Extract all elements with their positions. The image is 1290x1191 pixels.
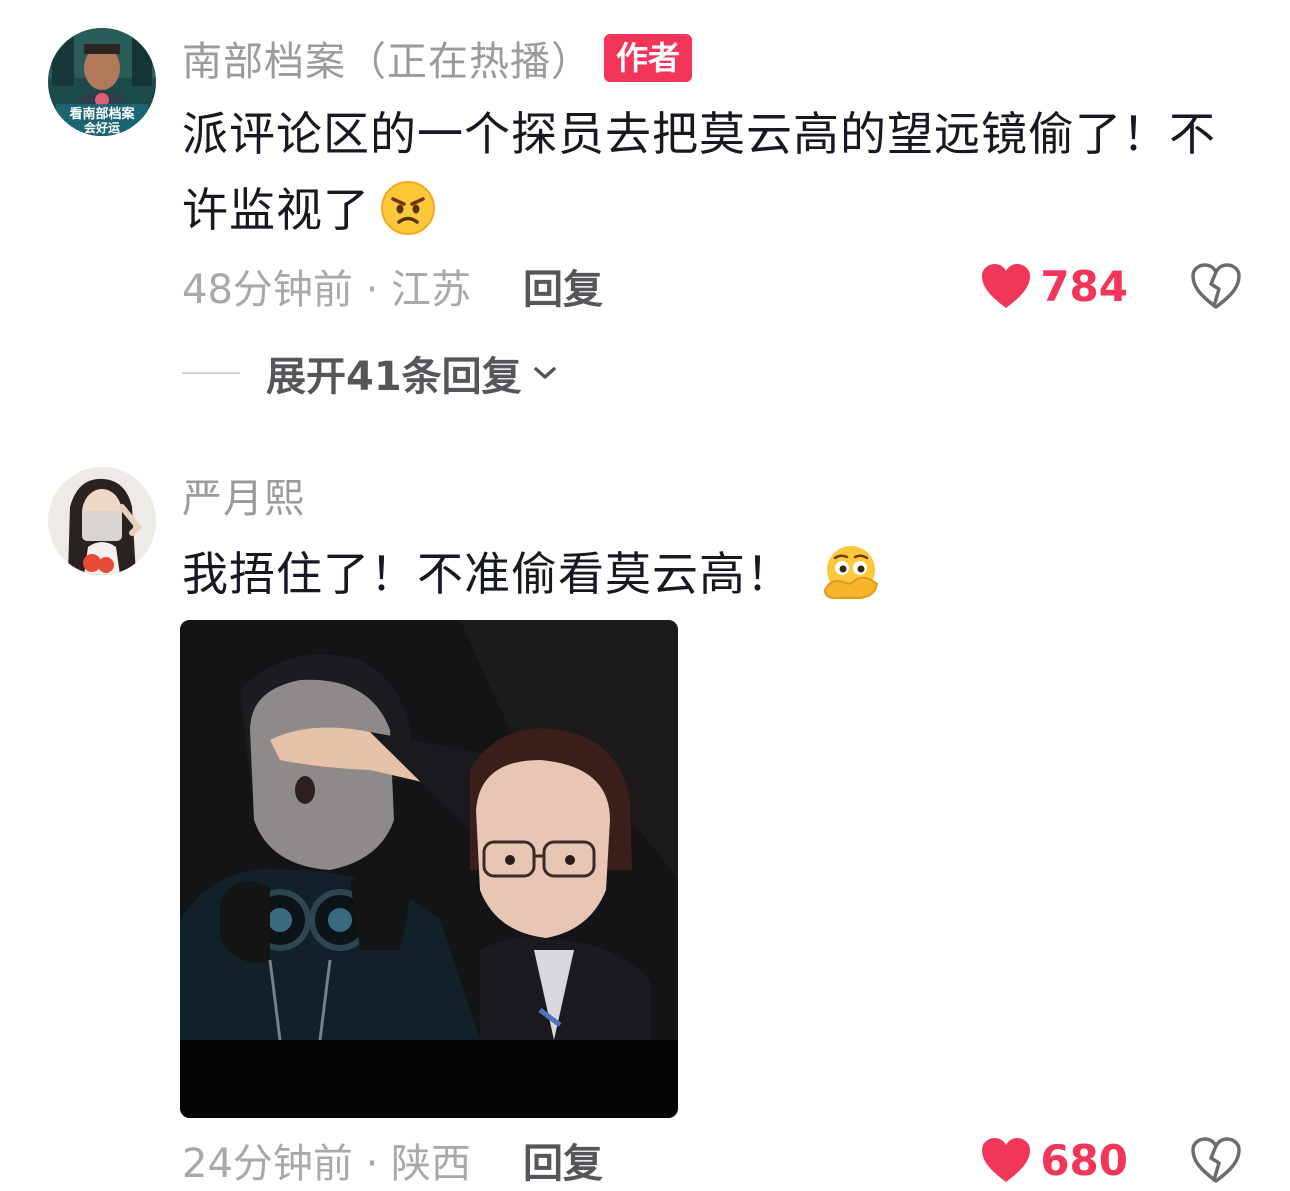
meme-image [180, 620, 678, 1118]
broken-heart-icon [1191, 263, 1241, 309]
avatar[interactable] [48, 467, 156, 575]
expand-replies-label: 展开41条回复 [266, 354, 522, 400]
avatar-image: 看南部档案 会好运 [48, 28, 156, 136]
author-row: 严月熙 [182, 467, 305, 523]
avatar-caption-1: 看南部档案 [69, 106, 135, 122]
comment-text: 派评论区的一个探员去把莫云高的望远镜偷了！不许监视了 [182, 96, 1242, 248]
dislike-button[interactable] [1190, 1136, 1242, 1184]
like-count: 680 [1040, 1135, 1128, 1185]
author-name[interactable]: 南部档案（正在热播） [182, 29, 592, 87]
comment-item: 看南部档案 会好运 南部档案（正在热播） 作者 派评论区的一个探员去把莫云高的望… [0, 0, 1290, 420]
divider [182, 372, 240, 374]
comment-meta: 48分钟前 · 江苏 回复 784 [182, 256, 1242, 316]
comment-meta: 24分钟前 · 陕西 回复 680 [182, 1130, 1242, 1190]
avatar-image [48, 467, 156, 575]
author-badge: 作者 [604, 34, 693, 82]
comment-image[interactable] [180, 620, 678, 1118]
like-button[interactable]: 680 [980, 1136, 1128, 1185]
avatar[interactable]: 看南部档案 会好运 [48, 28, 156, 136]
reply-button[interactable]: 回复 [523, 1131, 603, 1189]
avatar-caption-2: 会好运 [84, 120, 120, 135]
dislike-button[interactable] [1190, 262, 1242, 310]
expand-replies[interactable]: 展开41条回复 [182, 343, 558, 403]
chevron-down-icon [533, 367, 556, 379]
comment-text-content: 我捂住了！不准偷看莫云高！ [182, 547, 793, 601]
comment-time-location: 24分钟前 · 陕西 [182, 1141, 472, 1187]
comment-item: 严月熙 我捂住了！不准偷看莫云高！ 24分钟前 · 陕西 回复 680 [0, 440, 1290, 1191]
comment-list: 看南部档案 会好运 南部档案（正在热播） 作者 派评论区的一个探员去把莫云高的望… [0, 0, 1290, 1191]
heart-icon [982, 1138, 1031, 1182]
like-count: 784 [1040, 261, 1128, 311]
angry-face-emoji-icon [380, 180, 436, 236]
reply-button[interactable]: 回复 [523, 257, 603, 315]
comment-text: 我捂住了！不准偷看莫云高！ [182, 536, 1242, 612]
author-row: 南部档案（正在热播） 作者 [182, 29, 693, 87]
heart-icon [982, 264, 1031, 308]
comment-text-content: 派评论区的一个探员去把莫云高的望远镜偷了！不许监视了 [182, 107, 1216, 237]
author-name[interactable]: 严月熙 [182, 466, 305, 524]
peeking-face-emoji-icon [821, 544, 879, 600]
like-button[interactable]: 784 [980, 262, 1128, 311]
comment-time-location: 48分钟前 · 江苏 [182, 267, 472, 313]
broken-heart-icon [1191, 1137, 1241, 1183]
